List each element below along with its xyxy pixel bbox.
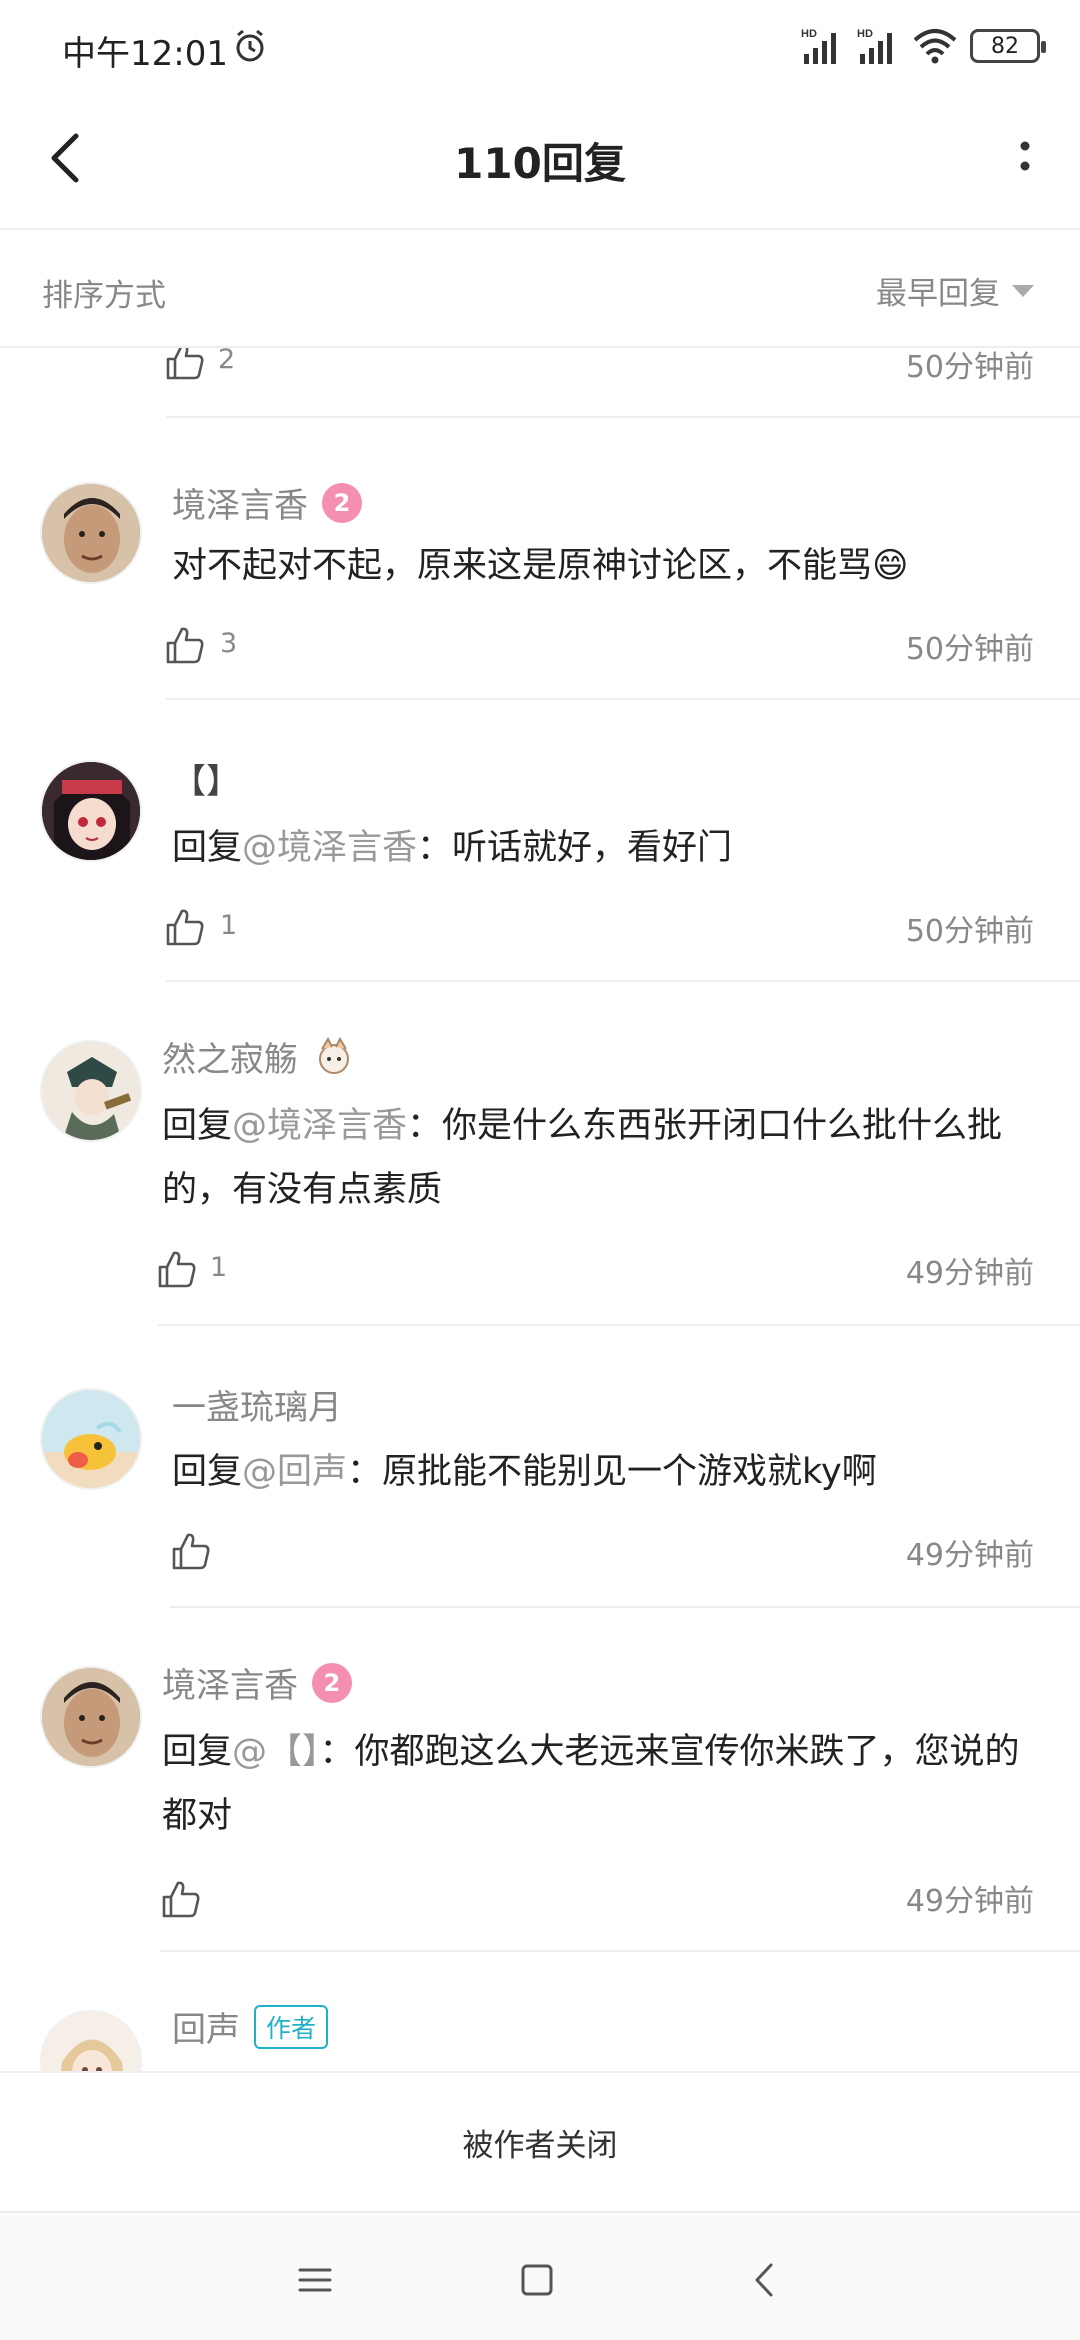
thumbs-up-icon[interactable] [156,1248,198,1290]
mention-link[interactable]: @境泽言香 [232,1106,407,1146]
comment-item-partial: 2 50分钟前 [0,348,1080,418]
avatar[interactable] [40,482,142,584]
comment-list[interactable]: 2 50分钟前 境泽言香 2 对不起对不起，原来这是原神讨论区，不能骂😄 3 5… [0,348,1080,2071]
battery-indicator: 82 [970,29,1046,63]
avatar[interactable] [40,1666,142,1768]
svg-text:HD: HD [801,28,817,40]
comment-author[interactable]: 一盏琉璃月 [172,1380,342,1429]
badge-icon [319,1036,349,1074]
svg-text:HD: HD [857,28,873,40]
comment-item: 【】 回复@境泽言香：听话就好，看好门 1 50分钟前 [0,700,1080,982]
comment-author[interactable]: 回声 [172,2002,240,2051]
status-time: 中午12:01 [62,34,228,74]
comment-time: 49分钟前 [905,1884,1034,1919]
mention-link[interactable]: @回声 [242,1452,347,1492]
mention-link[interactable]: @境泽言香 [242,828,417,868]
sort-selected-value: 最早回复 [876,276,1000,312]
comment-text: 对不起对不起，原来这是原神讨论区，不能骂😄 [172,546,909,586]
thumbs-up-icon[interactable] [160,1878,202,1920]
system-nav-bar [0,2211,1080,2340]
comment-author[interactable]: 境泽言香 [172,478,308,527]
comment-time: 49分钟前 [905,1538,1034,1573]
comment-time: 50分钟前 [905,632,1034,667]
avatar[interactable] [40,1040,142,1142]
comment-author[interactable]: 然之寂觞 [162,1032,298,1081]
comment-text: 回复@【】：你都跑这么大老远来宣传你米跌了，您说的都对 [162,1732,1020,1836]
sort-label: 排序方式 [42,278,166,314]
thumbs-up-icon[interactable] [164,348,206,382]
wifi-icon [913,29,957,64]
comment-item: 然之寂觞 回复@境泽言香：你是什么东西张开闭口什么批什么批的，有没有点素质 1 … [0,982,1080,1326]
alarm-icon [236,29,264,62]
menu-icon[interactable] [290,2255,340,2305]
comment-text: 回复@回声：原批能不能别见一个游戏就ky啊 [172,1452,877,1492]
level-badge: 2 [322,482,362,523]
page-title: 110回复 [454,139,626,188]
avatar[interactable] [40,2010,142,2071]
comment-item: 境泽言香 2 回复@【】：你都跑这么大老远来宣传你米跌了，您说的都对 49分钟前 [0,1608,1080,1952]
comment-time: 49分钟前 [905,1256,1034,1291]
comment-author[interactable]: 境泽言香 [162,1658,298,1707]
like-count: 1 [210,1252,228,1283]
signal-icon-2: HD [857,28,892,64]
avatar[interactable] [40,760,142,862]
thumbs-up-icon[interactable] [164,906,206,948]
comment-text: 回复@境泽言香：听话就好，看好门 [172,828,733,868]
comment-item: 回声 作者 [0,1952,1080,2071]
avatar[interactable] [40,1388,142,1490]
sort-dropdown[interactable]: 最早回复 [876,268,1034,313]
level-badge: 2 [312,1662,352,1703]
home-square-icon[interactable] [512,2255,562,2305]
back-triangle-icon[interactable] [740,2255,790,2305]
comment-author[interactable]: 【】 [172,754,240,803]
caret-down-icon [1012,284,1034,297]
status-bar: 中午12:01 HD HD 82 [0,0,1080,96]
thumbs-up-icon[interactable] [170,1530,212,1572]
comment-item: 一盏琉璃月 回复@回声：原批能不能别见一个游戏就ky啊 49分钟前 [0,1326,1080,1608]
thumbs-up-icon[interactable] [164,624,206,666]
top-bar: 110回复 [0,96,1080,230]
like-count: 1 [220,910,238,941]
comment-time: 50分钟前 [905,350,1034,385]
mention-link[interactable]: @【】 [232,1732,320,1772]
closed-notice: 被作者关闭 [0,2071,1080,2211]
like-count: 3 [220,628,238,659]
author-tag: 作者 [254,2004,329,2049]
signal-icon: HD [801,28,836,64]
more-vertical-icon[interactable] [1000,128,1050,192]
comment-time: 50分钟前 [905,914,1034,949]
like-count: 2 [218,348,236,375]
sort-row: 排序方式 最早回复 [0,230,1080,348]
comment-text: 回复@境泽言香：你是什么东西张开闭口什么批什么批的，有没有点素质 [162,1106,1003,1210]
comment-item: 境泽言香 2 对不起对不起，原来这是原神讨论区，不能骂😄 3 50分钟前 [0,418,1080,700]
